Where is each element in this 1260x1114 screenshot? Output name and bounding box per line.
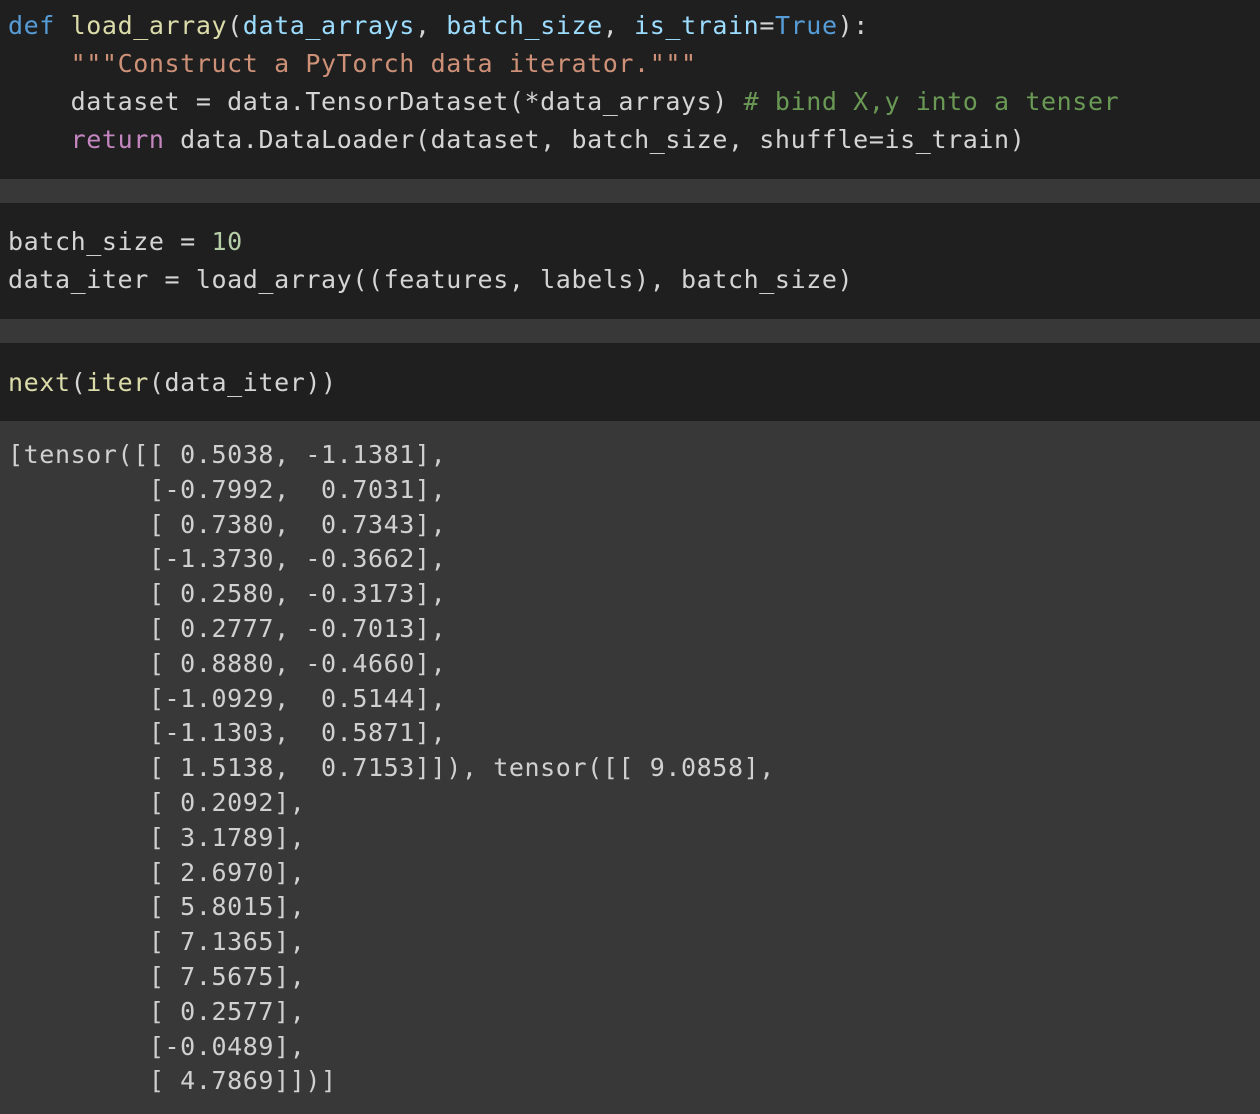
output-line: [ 0.8880, -0.4660], bbox=[8, 648, 447, 678]
output-line: [ 3.1789], bbox=[8, 822, 306, 852]
cell-divider bbox=[0, 319, 1260, 343]
keyword: def bbox=[8, 11, 55, 40]
code-cell-3[interactable]: next(iter(data_iter)) bbox=[0, 343, 1260, 421]
output-line: [ 1.5138, 0.7153]]), tensor([[ 9.0858], bbox=[8, 753, 775, 783]
output-line: [-0.0489], bbox=[8, 1031, 306, 1061]
punct: , bbox=[414, 11, 447, 40]
code-line: dataset = data.TensorDataset(*data_array… bbox=[8, 83, 1119, 121]
code-line: return data.DataLoader(dataset, batch_si… bbox=[8, 121, 1025, 159]
function-name: iter bbox=[86, 368, 149, 397]
parameter: batch_size bbox=[446, 11, 603, 40]
output-line: [ 0.2580, -0.3173], bbox=[8, 579, 447, 609]
function-name: load_array bbox=[70, 11, 228, 40]
code-line: """Construct a PyTorch data iterator.""" bbox=[8, 45, 697, 83]
output-line: [-1.1303, 0.5871], bbox=[8, 718, 447, 748]
punct: , bbox=[602, 11, 635, 40]
output-line: [ 4.7869]])] bbox=[8, 1066, 337, 1096]
code-text: (data_iter)) bbox=[148, 368, 337, 397]
output-line: [ 7.1365], bbox=[8, 927, 306, 957]
code-line: data_iter = load_array((features, labels… bbox=[8, 261, 853, 299]
output-line: [ 5.8015], bbox=[8, 892, 306, 922]
output-line: [-1.3730, -0.3662], bbox=[8, 544, 447, 574]
operator: = bbox=[759, 11, 775, 40]
code-line: next(iter(data_iter)) bbox=[8, 364, 337, 402]
output-line: [ 0.7380, 0.7343], bbox=[8, 509, 447, 539]
comment: # bind X,y into a tenser bbox=[743, 87, 1120, 116]
code-line: def load_array(data_arrays, batch_size, … bbox=[8, 7, 869, 45]
parameter: data_arrays bbox=[242, 11, 415, 40]
output-line: [tensor([[ 0.5038, -1.1381], bbox=[8, 440, 447, 469]
code-text: data_iter = load_array((features, labels… bbox=[8, 265, 854, 294]
parameter: is_train bbox=[634, 11, 760, 40]
code-text: data.DataLoader(dataset, batch_size, shu… bbox=[164, 125, 1026, 154]
code-cell-1[interactable]: def load_array(data_arrays, batch_size, … bbox=[0, 0, 1260, 179]
output-line: [ 0.2577], bbox=[8, 996, 306, 1026]
output-line: [ 0.2777, -0.7013], bbox=[8, 614, 447, 643]
output-line: [ 2.6970], bbox=[8, 857, 306, 887]
number: 10 bbox=[211, 227, 243, 256]
code-line: batch_size = 10 bbox=[8, 223, 243, 261]
punct: ): bbox=[837, 11, 869, 40]
cell-divider bbox=[0, 179, 1260, 203]
code-text: batch_size = bbox=[8, 227, 212, 256]
output-line: [ 7.5675], bbox=[8, 962, 306, 991]
constant: True bbox=[774, 11, 838, 40]
keyword: return bbox=[70, 125, 165, 154]
punct: ( bbox=[227, 11, 243, 40]
code-cell-2[interactable]: batch_size = 10 data_iter = load_array((… bbox=[0, 203, 1260, 319]
cell-output: [tensor([[ 0.5038, -1.1381], [-0.7992, 0… bbox=[0, 421, 1260, 1114]
output-line: [-1.0929, 0.5144], bbox=[8, 683, 447, 713]
output-line: [-0.7992, 0.7031], bbox=[8, 474, 447, 504]
output-line: [ 0.2092], bbox=[8, 788, 306, 817]
code-text: dataset = data.TensorDataset(*data_array… bbox=[70, 87, 744, 116]
docstring: """Construct a PyTorch data iterator.""" bbox=[70, 49, 697, 78]
punct: ( bbox=[70, 368, 87, 397]
function-name: next bbox=[8, 368, 71, 397]
